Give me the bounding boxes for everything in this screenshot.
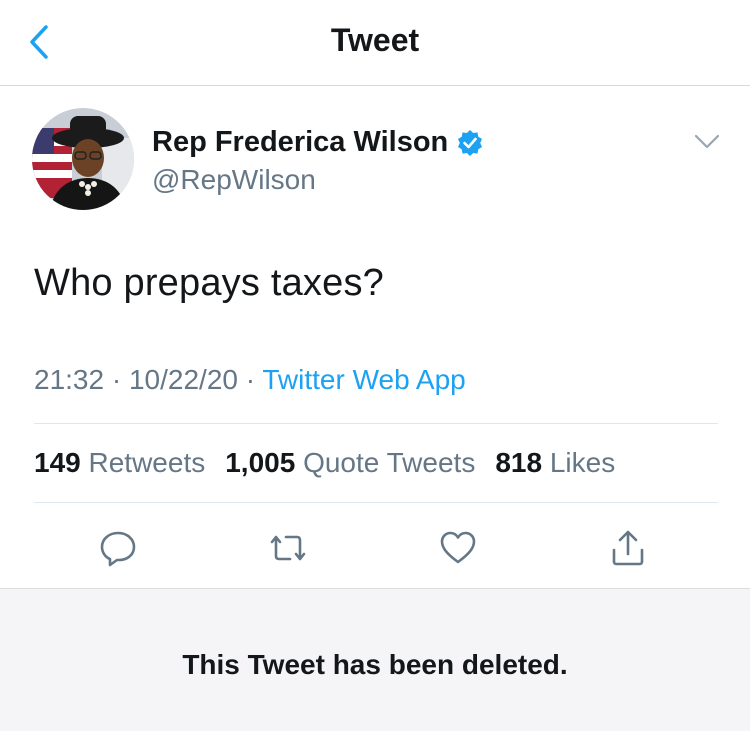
- likes-stat[interactable]: 818 Likes: [495, 447, 615, 479]
- deleted-tweet-notice: This Tweet has been deleted.: [0, 588, 750, 731]
- divider: [34, 423, 718, 424]
- reply-button[interactable]: [96, 526, 140, 570]
- author-handle[interactable]: @RepWilson: [152, 164, 316, 196]
- retweets-stat[interactable]: 149 Retweets: [34, 447, 205, 479]
- tweet-text: Who prepays taxes?: [34, 262, 384, 304]
- deleted-tweet-text: This Tweet has been deleted.: [182, 649, 568, 680]
- retweets-label: Retweets: [88, 447, 206, 478]
- tweet-header: Rep Frederica Wilson @RepWilson: [32, 108, 722, 218]
- tweet-action-bar: [0, 520, 750, 580]
- verified-badge-icon: [456, 129, 484, 157]
- meta-separator: ·: [245, 364, 256, 395]
- tweet-menu-button[interactable]: [692, 130, 722, 154]
- share-icon: [612, 530, 644, 566]
- tweet-time: 21:32: [34, 364, 105, 395]
- navigation-bar: Tweet: [0, 0, 750, 86]
- avatar[interactable]: [32, 108, 134, 210]
- author-name[interactable]: Rep Frederica Wilson: [152, 126, 448, 159]
- divider: [34, 502, 718, 503]
- quote-tweets-count: 1,005: [225, 447, 296, 478]
- quote-tweets-stat[interactable]: 1,005 Quote Tweets: [225, 447, 475, 479]
- share-button[interactable]: [606, 526, 650, 570]
- retweets-count: 149: [34, 447, 81, 478]
- page-title: Tweet: [330, 22, 420, 58]
- likes-count: 818: [495, 447, 543, 478]
- like-button[interactable]: [436, 526, 480, 570]
- likes-label: Likes: [549, 447, 616, 478]
- tweet-source-link[interactable]: Twitter Web App: [262, 364, 465, 395]
- retweet-button[interactable]: [266, 526, 310, 570]
- author-name-row[interactable]: Rep Frederica Wilson: [152, 126, 484, 159]
- quote-tweets-label: Quote Tweets: [303, 447, 476, 478]
- heart-icon: [440, 531, 476, 564]
- reply-icon: [100, 531, 136, 567]
- chevron-down-icon: [694, 134, 720, 149]
- tweet-stats: 149 Retweets 1,005 Quote Tweets 818 Like…: [34, 447, 635, 479]
- tweet-date: 10/22/20: [128, 364, 238, 395]
- retweet-icon: [270, 535, 306, 561]
- meta-separator: ·: [111, 364, 122, 395]
- tweet-meta: 21:32 · 10/22/20 · Twitter Web App: [34, 364, 466, 396]
